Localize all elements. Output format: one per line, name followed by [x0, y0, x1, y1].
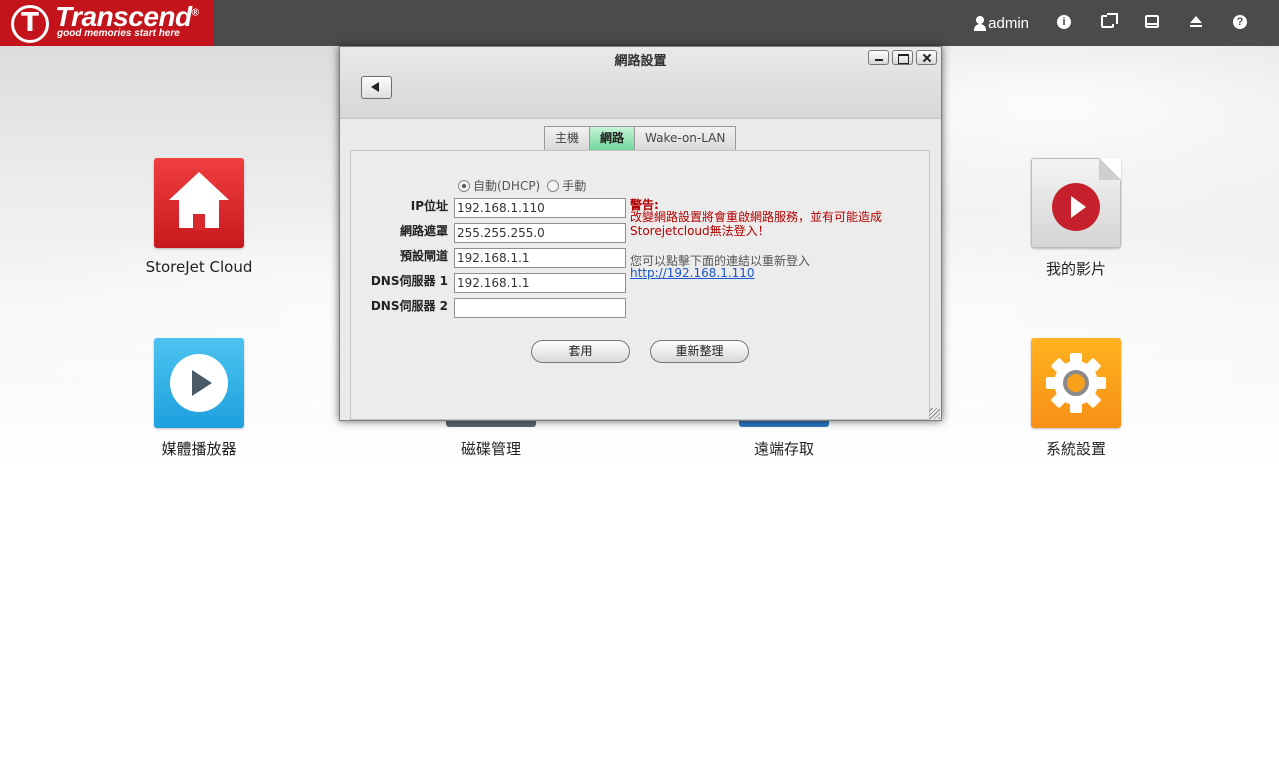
external-link-button[interactable]: [1101, 13, 1118, 31]
dns2-field[interactable]: [454, 298, 626, 318]
media-player-icon: [154, 338, 244, 428]
gateway-field[interactable]: 192.168.1.1: [454, 248, 626, 268]
gear-hole: [1063, 370, 1089, 396]
home-icon: [154, 158, 244, 248]
settings-gear-icon: [1031, 338, 1121, 428]
tab-wake-on-lan[interactable]: Wake-on-LAN: [634, 126, 737, 151]
play-icon: [170, 354, 228, 412]
username: admin: [988, 14, 1029, 32]
eject-icon: [1189, 15, 1203, 29]
help-icon: ?: [1233, 15, 1247, 29]
app-media-player[interactable]: 媒體播放器: [119, 338, 279, 459]
app-system-settings[interactable]: 系統設置: [996, 338, 1156, 459]
info-icon: i: [1057, 15, 1071, 29]
house-door: [193, 214, 205, 230]
gateway-label: 預設閘道: [399, 249, 448, 263]
network-panel: 自動(DHCP) 手動 IP位址 192.168.1.110 網路遮罩 255.…: [350, 150, 930, 420]
app-label: StoreJet Cloud: [145, 258, 253, 276]
app-label: 系統設置: [1045, 440, 1106, 458]
logo-mark: T: [11, 5, 49, 43]
dialog-header[interactable]: 網路設置: [340, 47, 941, 119]
resize-grip[interactable]: [929, 408, 940, 419]
window-controls: [865, 50, 937, 65]
minimize-button[interactable]: [868, 50, 889, 65]
ip-address-field[interactable]: 192.168.1.110: [454, 198, 626, 218]
dns2-label: DNS伺服器 2: [370, 299, 448, 313]
video-play-icon: [1031, 158, 1121, 248]
user-icon: [973, 15, 987, 31]
maximize-button[interactable]: [892, 50, 913, 65]
subnet-mask-label: 網路遮罩: [399, 224, 448, 238]
tab-host[interactable]: 主機: [544, 126, 591, 151]
manual-radio-label[interactable]: 手動: [562, 177, 586, 194]
logo-tagline: good memories start here: [57, 28, 180, 39]
dialog-tabs: 主機 網路 Wake-on-LAN: [544, 126, 737, 151]
warning-text: 改變網路設置將會重啟網路服務，並有可能造成Storejetcloud無法登入！: [630, 210, 883, 238]
eject-button[interactable]: [1189, 15, 1205, 31]
top-bar-actions: admin i ?: [973, 0, 1279, 46]
external-link-icon: [1101, 13, 1118, 28]
help-button[interactable]: ?: [1233, 15, 1249, 31]
dns1-label: DNS伺服器 1: [370, 274, 448, 288]
app-label: 我的影片: [1045, 260, 1106, 278]
ip-address-label: IP位址: [410, 199, 448, 213]
app-label: 磁碟管理: [460, 440, 521, 458]
transcend-logo[interactable]: T Transcend® good memories start here: [0, 0, 214, 46]
close-button[interactable]: [916, 50, 937, 65]
disk-icon: [1145, 15, 1159, 28]
ip-mode-radio-group: 自動(DHCP) 手動: [458, 177, 593, 194]
dhcp-radio-label[interactable]: 自動(DHCP): [473, 177, 540, 194]
user-menu[interactable]: admin: [973, 15, 1029, 32]
tab-network[interactable]: 網路: [589, 126, 636, 151]
refresh-button[interactable]: 重新整理: [650, 340, 749, 363]
subnet-mask-field[interactable]: 255.255.255.0: [454, 223, 626, 243]
page-fold: [1099, 158, 1121, 180]
app-my-videos[interactable]: 我的影片: [996, 158, 1156, 279]
play-icon: [1052, 183, 1100, 231]
network-settings-dialog: 網路設置 主機 網路 Wake-on-LAN 自動(DHCP) 手動 IP位址 …: [339, 46, 942, 421]
top-bar: T Transcend® good memories start here ad…: [0, 0, 1279, 46]
back-button[interactable]: [361, 76, 392, 99]
relogin-link[interactable]: http://192.168.1.110: [630, 266, 755, 280]
apply-button[interactable]: 套用: [531, 340, 630, 363]
app-storejet-cloud[interactable]: StoreJet Cloud: [119, 158, 279, 276]
dhcp-radio[interactable]: [458, 179, 470, 192]
dialog-title: 網路設置: [614, 54, 667, 69]
disk-button[interactable]: [1145, 15, 1161, 31]
manual-radio[interactable]: [547, 179, 560, 192]
app-label: 媒體播放器: [161, 440, 237, 458]
app-label: 遠端存取: [753, 440, 814, 458]
info-button[interactable]: i: [1057, 15, 1073, 31]
gear-icon: [1046, 353, 1106, 413]
logo-registered: ®: [191, 7, 199, 19]
dns1-field[interactable]: 192.168.1.1: [454, 273, 626, 293]
